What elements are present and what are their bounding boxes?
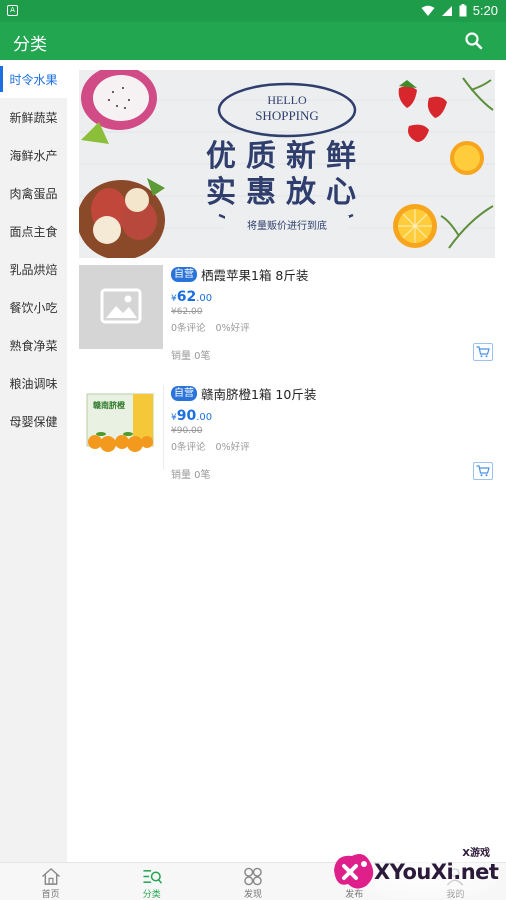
app-bar: 分类 bbox=[0, 22, 506, 60]
orange-box-image: 赣南脐橙 bbox=[79, 384, 163, 468]
category-label: 面点主食 bbox=[9, 224, 58, 239]
self-operated-badge: 自营 bbox=[171, 266, 197, 282]
category-item-seafood[interactable]: 海鲜水产 bbox=[0, 136, 67, 174]
good-rate: 0%好评 bbox=[215, 442, 250, 453]
product-info: 自营 赣南脐橙1箱 10斤装 ¥90.00 ¥90.00 0条评论 0%好评 销… bbox=[171, 384, 495, 484]
category-label: 肉禽蛋品 bbox=[9, 186, 58, 201]
product-price: ¥90.00 bbox=[171, 408, 495, 424]
watermark-small: X游戏 bbox=[462, 848, 490, 859]
banner-shopping: SHOPPING bbox=[255, 108, 319, 123]
category-sidebar: 时令水果 新鲜蔬菜 海鲜水产 肉禽蛋品 面点主食 乳品烘焙 餐饮小吃 熟食净菜 … bbox=[0, 60, 67, 862]
category-label: 新鲜蔬菜 bbox=[9, 110, 58, 125]
review-count: 0条评论 bbox=[171, 442, 206, 453]
product-card[interactable]: 自营 栖霞苹果1箱 8斤装 ¥62.00 ¥62.00 0条评论 0%好评 销量… bbox=[79, 265, 495, 365]
cart-icon bbox=[476, 465, 490, 477]
category-item-staples[interactable]: 面点主食 bbox=[0, 212, 67, 250]
category-item-deli[interactable]: 熟食净菜 bbox=[0, 326, 67, 364]
image-placeholder-icon bbox=[79, 265, 163, 349]
nav-item-category[interactable]: 分类 bbox=[101, 863, 202, 900]
image-divider bbox=[163, 385, 164, 469]
category-label: 母婴保健 bbox=[9, 414, 58, 429]
category-item-snacks[interactable]: 餐饮小吃 bbox=[0, 288, 67, 326]
category-item-mother-baby[interactable]: 母婴保健 bbox=[0, 402, 67, 440]
price-decimal: .00 bbox=[196, 412, 213, 423]
review-count: 0条评论 bbox=[171, 323, 206, 334]
add-to-cart-button[interactable] bbox=[473, 343, 493, 361]
category-label: 海鲜水产 bbox=[9, 148, 58, 163]
site-watermark: X游戏 XYouXi.net bbox=[326, 842, 499, 898]
category-item-grain-oil[interactable]: 粮油调味 bbox=[0, 364, 67, 402]
product-name: 赣南脐橙1箱 10斤装 bbox=[201, 386, 317, 402]
original-price: ¥90.00 bbox=[171, 426, 203, 436]
box-label: 赣南脐橙 bbox=[93, 400, 126, 410]
banner-hello: HELLO bbox=[267, 93, 307, 107]
nav-label: 发现 bbox=[244, 890, 263, 900]
category-item-vegetables[interactable]: 新鲜蔬菜 bbox=[0, 98, 67, 136]
category-label: 熟食净菜 bbox=[9, 338, 58, 353]
category-label: 餐饮小吃 bbox=[9, 300, 58, 315]
product-name: 栖霞苹果1箱 8斤装 bbox=[201, 267, 309, 283]
nav-item-discover[interactable]: 发现 bbox=[202, 863, 303, 900]
banner-tagline: 将量贩价进行到底 bbox=[247, 219, 327, 232]
banner-headline-1: 优质新鲜 bbox=[206, 139, 366, 174]
sales-count: 销量 0笔 bbox=[171, 470, 211, 481]
discover-icon bbox=[244, 867, 262, 886]
category-icon bbox=[143, 870, 162, 884]
nav-item-home[interactable]: 首页 bbox=[0, 863, 101, 900]
price-integer: 62 bbox=[176, 289, 197, 305]
pear-basket-icon bbox=[79, 178, 165, 258]
product-card[interactable]: 赣南脐橙 自营 赣南脐橙1箱 10斤装 ¥90.00 ¥90.00 0条评论 0… bbox=[79, 384, 495, 484]
category-item-dairy-bakery[interactable]: 乳品烘焙 bbox=[0, 250, 67, 288]
sim-icon: A bbox=[7, 5, 18, 16]
signal-icon bbox=[441, 5, 452, 16]
nav-label: 首页 bbox=[41, 890, 60, 900]
home-icon bbox=[41, 867, 60, 885]
category-item-seasonal-fruit[interactable]: 时令水果 bbox=[0, 60, 67, 98]
banner-graphic: HELLO SHOPPING 优质新鲜 实惠放心 将量贩价进行到底 bbox=[79, 70, 495, 258]
good-rate: 0%好评 bbox=[215, 323, 250, 334]
cart-icon bbox=[476, 346, 490, 358]
price-decimal: .00 bbox=[196, 293, 213, 304]
wifi-icon bbox=[421, 5, 435, 16]
clock-time: 5:20 bbox=[472, 3, 498, 18]
self-operated-badge: 自营 bbox=[171, 385, 197, 401]
watermark-text: XYouXi.net bbox=[374, 860, 499, 884]
sales-count: 销量 0笔 bbox=[171, 351, 211, 362]
product-stats: 0条评论 0%好评 bbox=[171, 320, 495, 334]
product-price: ¥62.00 bbox=[171, 289, 495, 305]
category-label: 乳品烘焙 bbox=[9, 262, 58, 277]
category-label: 粮油调味 bbox=[9, 376, 58, 391]
product-info: 自营 栖霞苹果1箱 8斤装 ¥62.00 ¥62.00 0条评论 0%好评 销量… bbox=[171, 265, 495, 365]
battery-icon bbox=[459, 4, 467, 17]
banner-headline-2: 实惠放心 bbox=[206, 175, 366, 210]
original-price: ¥62.00 bbox=[171, 307, 203, 317]
add-to-cart-button[interactable] bbox=[473, 462, 493, 480]
status-bar: A 5:20 bbox=[0, 0, 506, 22]
promo-banner[interactable]: HELLO SHOPPING 优质新鲜 实惠放心 将量贩价进行到底 bbox=[79, 70, 495, 258]
price-integer: 90 bbox=[176, 408, 197, 424]
category-label: 时令水果 bbox=[9, 72, 58, 87]
page-title: 分类 bbox=[13, 35, 47, 55]
nav-label: 分类 bbox=[142, 890, 161, 900]
search-icon[interactable] bbox=[464, 31, 484, 51]
category-item-meat-eggs[interactable]: 肉禽蛋品 bbox=[0, 174, 67, 212]
product-stats: 0条评论 0%好评 bbox=[171, 439, 495, 453]
